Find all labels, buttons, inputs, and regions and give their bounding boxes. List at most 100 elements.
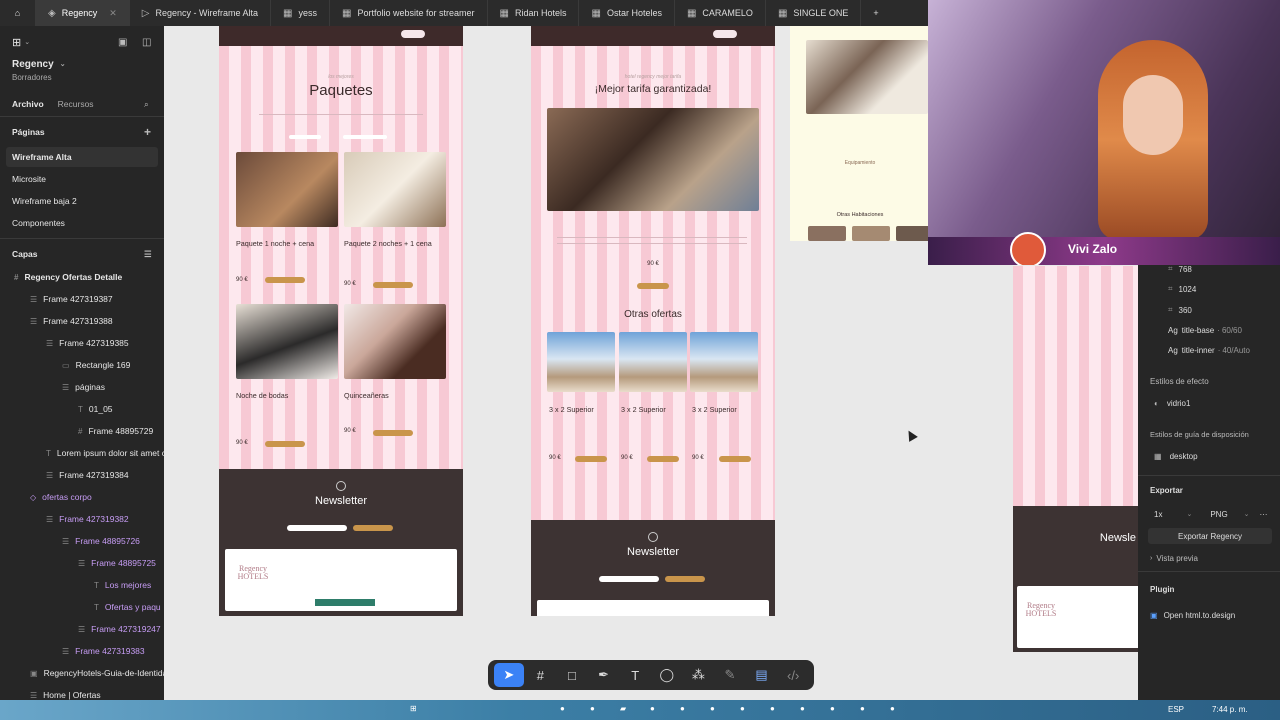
whatsapp-icon[interactable]: ●	[860, 704, 865, 713]
preview-toggle[interactable]: Vista previa	[1156, 554, 1198, 563]
tab-archivo[interactable]: Archivo	[12, 99, 44, 109]
page-item-componentes[interactable]: Componentes	[0, 213, 164, 233]
export-button[interactable]: Exportar Regency	[1148, 528, 1272, 544]
artboard-mobile[interactable]: Newsle Regency HOTELS	[1013, 266, 1140, 652]
artboard-paquetes[interactable]: los mejores Paquetes Paquete 1 noche + c…	[219, 26, 463, 616]
layer-item[interactable]: ☰ Frame 427319383	[0, 641, 164, 661]
subscribe-button[interactable]	[665, 576, 705, 582]
dev-mode-icon[interactable]: ‹/›	[778, 663, 808, 687]
layer-item[interactable]: T Los mejores	[0, 575, 164, 595]
layers-list-icon[interactable]: ☰	[144, 249, 152, 260]
app-icon[interactable]: ●	[830, 704, 835, 713]
layer-item[interactable]: ▣ RegencyHotels-Guia-de-Identida	[0, 663, 164, 683]
tab-regency-wireframe[interactable]: ▷ Regency - Wireframe Alta	[130, 0, 272, 26]
text-tool-icon[interactable]: T	[620, 663, 650, 687]
book-button[interactable]	[637, 283, 669, 289]
app-icon[interactable]: ●	[560, 704, 565, 713]
close-icon[interactable]: ✕	[109, 8, 117, 19]
sidebar-toggle-icon[interactable]: ◫	[142, 37, 151, 48]
book-button[interactable]	[373, 282, 413, 288]
rectangle-tool-icon[interactable]: □	[557, 663, 587, 687]
folder-icon[interactable]: ▰	[620, 704, 626, 713]
chevron-right-icon[interactable]: ›	[1150, 555, 1152, 562]
text-style-item[interactable]: Ag title-inner · 40/Auto	[1138, 342, 1280, 358]
move-tool-icon[interactable]: ➤	[494, 663, 524, 687]
chevron-down-icon[interactable]: ⌄	[24, 38, 30, 46]
new-tab-button[interactable]: +	[861, 0, 890, 26]
add-page-icon[interactable]: +	[144, 125, 151, 139]
figma-icon[interactable]: ●	[770, 704, 775, 713]
layer-item[interactable]: # Frame 48895729	[0, 421, 164, 441]
layout-guide-item[interactable]: ▦ desktop	[1138, 448, 1280, 464]
newsletter-email-input[interactable]	[287, 525, 347, 531]
draw-mode-icon[interactable]: ✎	[715, 663, 745, 687]
layer-item[interactable]: ☰ Frame 427319385	[0, 333, 164, 353]
layout-toggle-icon[interactable]: ▣	[118, 37, 127, 48]
actions-tool-icon[interactable]: ⁂	[684, 663, 714, 687]
layer-item[interactable]: ☰ Frame 427319388	[0, 311, 164, 331]
effect-item[interactable]: ◐ vidrio1	[1138, 395, 1280, 411]
spotify-icon[interactable]: ●	[740, 704, 745, 713]
layer-item[interactable]: T Ofertas y paqu	[0, 597, 164, 617]
book-button[interactable]	[575, 456, 607, 462]
plugin-item[interactable]: ▣ Open html.to.design	[1138, 607, 1280, 623]
layer-item[interactable]: T Lorem ipsum dolor sit amet c	[0, 443, 164, 463]
app-icon[interactable]: ●	[680, 704, 685, 713]
layer-item[interactable]: ☰ Frame 48895726	[0, 531, 164, 551]
clock[interactable]: 7:44 p. m.	[1212, 705, 1248, 714]
start-icon[interactable]: ⊞	[410, 704, 417, 713]
breakpoint-item[interactable]: ⌗ 360	[1138, 302, 1280, 318]
book-button[interactable]	[647, 456, 679, 462]
export-scale-select[interactable]: 1x	[1154, 510, 1162, 519]
layer-item[interactable]: ☰ Frame 427319387	[0, 289, 164, 309]
main-menu-icon[interactable]: ⊞	[12, 36, 21, 49]
more-icon[interactable]: ⋯	[1260, 510, 1268, 519]
tab-recursos[interactable]: Recursos	[58, 99, 94, 109]
tab-ridan[interactable]: ▦ Ridan Hotels	[488, 0, 580, 26]
tab-single-one[interactable]: ▦ SINGLE ONE	[766, 0, 862, 26]
book-button[interactable]	[265, 441, 305, 447]
layer-item[interactable]: ☰ Frame 427319247	[0, 619, 164, 639]
book-button[interactable]	[373, 430, 413, 436]
layer-item[interactable]: ☰ Frame 427319384	[0, 465, 164, 485]
book-button[interactable]	[265, 277, 305, 283]
tab-portfolio[interactable]: ▦ Portfolio website for streamer	[330, 0, 488, 26]
breakpoint-item[interactable]: ⌗ 1024	[1138, 281, 1280, 297]
tab-ostar[interactable]: ▦ Ostar Hoteles	[579, 0, 675, 26]
grid-icon: ▦	[686, 7, 697, 19]
newsletter-email-input[interactable]	[599, 576, 659, 582]
page-item-wireframe-baja[interactable]: Wireframe baja 2	[0, 191, 164, 211]
page-item-microsite[interactable]: Microsite	[0, 169, 164, 189]
tab-caramelo[interactable]: ▦ CARAMELO	[675, 0, 766, 26]
home-tab[interactable]: ⌂	[0, 0, 36, 26]
app-icon[interactable]: ●	[710, 704, 715, 713]
artboard-mejor-tarifa[interactable]: hotel regency mejor tarifa ¡Mejor tarifa…	[531, 26, 775, 616]
export-format-select[interactable]: PNG	[1210, 510, 1227, 519]
page-item-wireframe-alta[interactable]: Wireframe Alta	[6, 147, 158, 167]
subscribe-button[interactable]	[353, 525, 393, 531]
book-button[interactable]	[719, 456, 751, 462]
tab-regency[interactable]: ◈ Regency ✕	[36, 0, 130, 26]
layer-item[interactable]: # Regency Ofertas Detalle	[0, 267, 164, 287]
artboard-habitacion[interactable]: Equipamiento Otras Habitaciones	[790, 26, 930, 241]
layer-item[interactable]: ☰ Frame 427319382	[0, 509, 164, 529]
app-icon[interactable]: ●	[650, 704, 655, 713]
tab-yess[interactable]: ▦ yess	[271, 0, 330, 26]
tiktok-icon[interactable]: ●	[890, 704, 895, 713]
pen-tool-icon[interactable]: ✒	[589, 663, 619, 687]
comment-tool-icon[interactable]: ◯	[652, 663, 682, 687]
layer-item[interactable]: ◇ ofertas corpo	[0, 487, 164, 507]
search-icon[interactable]: ⌕	[144, 99, 149, 110]
layer-item[interactable]: ☰ Home | Ofertas	[0, 685, 164, 700]
text-style-item[interactable]: Ag title-base · 60/60	[1138, 322, 1280, 338]
frame-tool-icon[interactable]: #	[526, 663, 556, 687]
design-mode-icon[interactable]: ▤	[747, 663, 777, 687]
app-icon[interactable]: ●	[590, 704, 595, 713]
layer-item[interactable]: ▭ Rectangle 169	[0, 355, 164, 375]
app-icon[interactable]: ●	[800, 704, 805, 713]
layer-item[interactable]: ☰ páginas	[0, 377, 164, 397]
layer-item[interactable]: ☰ Frame 48895725	[0, 553, 164, 573]
layer-item[interactable]: T 01_05	[0, 399, 164, 419]
breakpoint-item[interactable]: ⌗ 768	[1138, 261, 1280, 277]
language-indicator[interactable]: ESP	[1168, 705, 1184, 714]
